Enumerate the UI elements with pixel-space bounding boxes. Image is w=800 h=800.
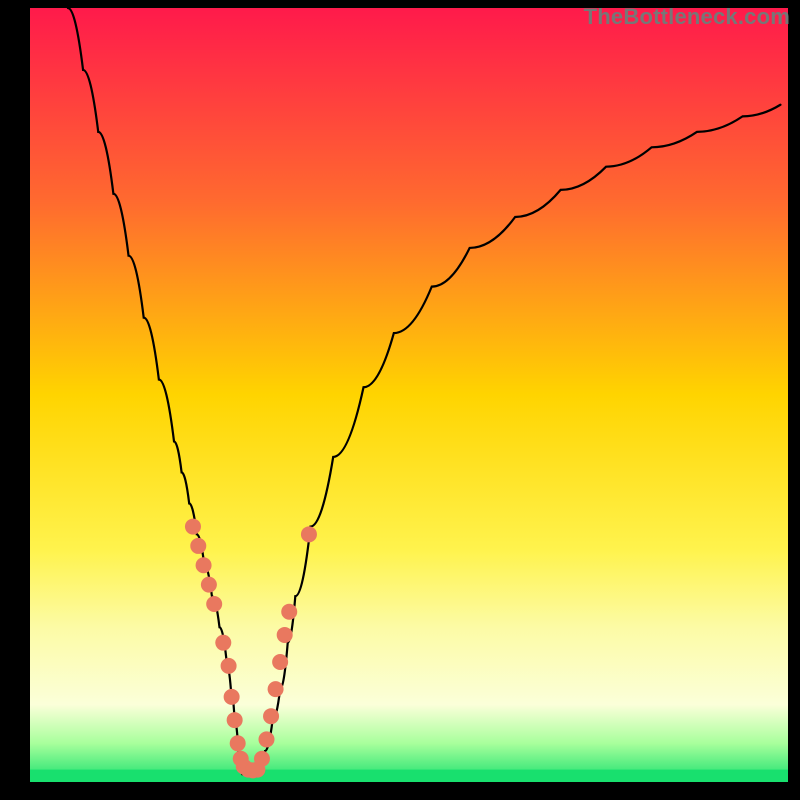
highlight-band — [30, 770, 788, 782]
scatter-point — [224, 689, 240, 705]
gradient-background — [30, 8, 788, 782]
watermark-text: TheBottleneck.com — [584, 4, 790, 30]
scatter-point — [206, 596, 222, 612]
scatter-point — [230, 735, 246, 751]
scatter-point — [277, 627, 293, 643]
scatter-point — [254, 751, 270, 767]
scatter-point — [196, 557, 212, 573]
scatter-point — [263, 708, 279, 724]
chart-canvas — [0, 0, 800, 800]
scatter-point — [190, 538, 206, 554]
scatter-point — [185, 519, 201, 535]
scatter-point — [201, 577, 217, 593]
scatter-point — [221, 658, 237, 674]
scatter-point — [272, 654, 288, 670]
scatter-point — [258, 731, 274, 747]
scatter-point — [268, 681, 284, 697]
bottleneck-chart: TheBottleneck.com — [0, 0, 800, 800]
scatter-point — [227, 712, 243, 728]
scatter-point — [301, 526, 317, 542]
scatter-point — [281, 604, 297, 620]
scatter-point — [215, 635, 231, 651]
